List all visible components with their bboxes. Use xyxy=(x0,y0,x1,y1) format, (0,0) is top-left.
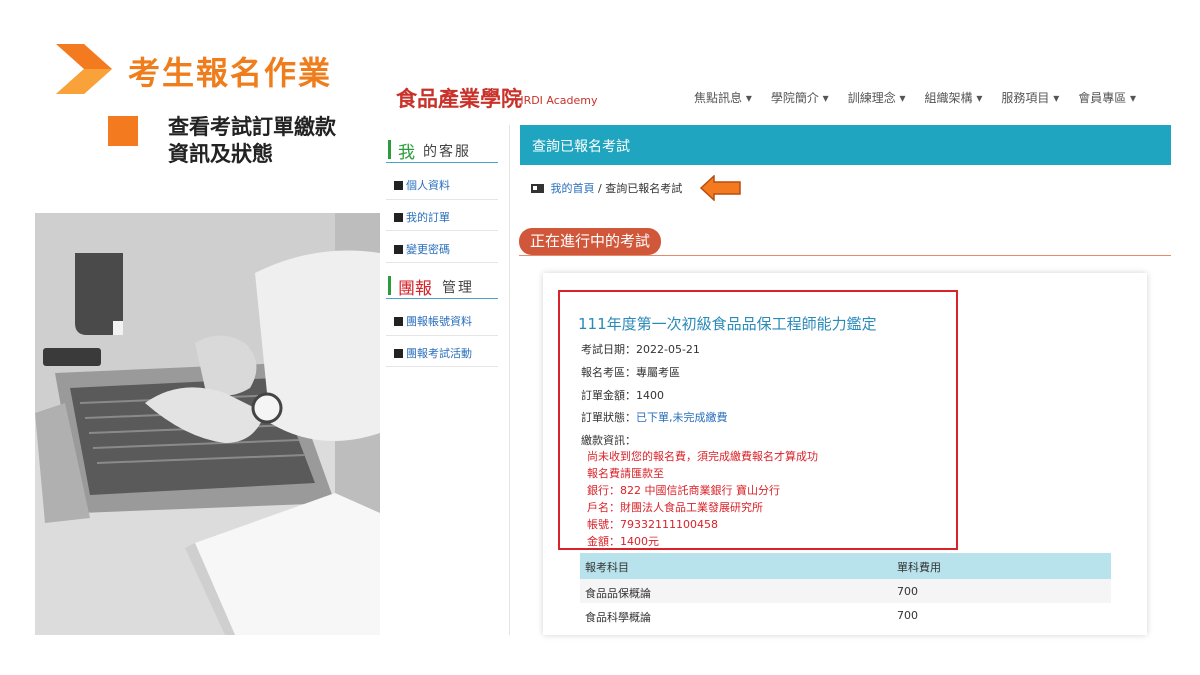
bullet-square xyxy=(108,116,138,146)
sidebar-section-big: 團報 xyxy=(398,279,432,299)
square-bullet-icon xyxy=(394,349,403,358)
table-row: 食品科學概論 700 xyxy=(585,609,918,624)
sidebar-item-group-account[interactable]: 團報帳號資料 xyxy=(394,313,472,329)
payment-bank: 銀行：822 中國信託商業銀行 寶山分行 xyxy=(587,484,780,497)
column-header-fee: 單科費用 xyxy=(897,561,941,574)
chevron-arrow-icon xyxy=(56,44,112,94)
breadcrumb-current: 查詢已報名考試 xyxy=(605,182,683,195)
subtitle-line-2: 資訊及狀態 xyxy=(168,142,273,166)
column-header-subject: 報考科目 xyxy=(585,561,629,574)
payment-info-label: 繳款資訊： xyxy=(581,434,636,447)
table-header: 報考科目 單科費用 xyxy=(580,553,1111,579)
laptop-photo xyxy=(35,213,380,635)
nav-training-philosophy[interactable]: 訓練理念 ▾ xyxy=(848,89,906,106)
order-status-value: 已下單,未完成繳費 xyxy=(636,411,728,424)
id-card-icon xyxy=(531,184,544,193)
nav-organization[interactable]: 組織架構 ▾ xyxy=(925,89,983,106)
square-bullet-icon xyxy=(394,245,403,254)
payment-account-number: 帳號：79332111100458 xyxy=(587,518,718,531)
section-title-ongoing-exams: 正在進行中的考試 xyxy=(519,228,662,255)
payment-amount: 金額：1400元 xyxy=(587,535,659,548)
nav-focus-news[interactable]: 焦點訊息 ▾ xyxy=(694,89,752,106)
nav-services[interactable]: 服務項目 ▾ xyxy=(1001,89,1059,106)
sidebar-item-my-orders[interactable]: 我的訂單 xyxy=(394,209,450,225)
payment-account-name: 戶名：財團法人食品工業發展研究所 xyxy=(587,501,763,514)
sidebar-item-personal-info[interactable]: 個人資料 xyxy=(394,177,450,193)
top-navigation: 焦點訊息 ▾ 學院簡介 ▾ 訓練理念 ▾ 組織架構 ▾ 服務項目 ▾ 會員專區 … xyxy=(694,89,1136,106)
sidebar-section-label: 管理 xyxy=(442,280,474,296)
square-bullet-icon xyxy=(394,213,403,222)
site-logo-subtitle: FIRDI Academy xyxy=(514,94,598,107)
exam-title[interactable]: 111年度第一次初級食品品保工程師能力鑑定 xyxy=(578,313,877,334)
exam-area: 報名考區：專屬考區 xyxy=(581,366,680,379)
sidebar-item-group-exams[interactable]: 團報考試活動 xyxy=(394,345,472,361)
sidebar-section-group-management: 團報 管理 xyxy=(386,274,498,299)
payment-line: 報名費請匯款至 xyxy=(587,467,664,480)
pointer-arrow-icon xyxy=(700,175,741,201)
breadcrumb: 我的首頁 / 查詢已報名考試 xyxy=(531,180,682,196)
sidebar-section-big: 我 xyxy=(398,143,415,163)
site-logo[interactable]: 食品產業學院 xyxy=(396,83,522,113)
slide-subtitle: 查看考試訂單繳款 資訊及狀態 xyxy=(168,114,368,168)
nav-member-area[interactable]: 會員專區 ▾ xyxy=(1078,89,1136,106)
breadcrumb-home-link[interactable]: 我的首頁 xyxy=(551,182,595,195)
sidebar-section-label: 的客服 xyxy=(423,144,471,160)
order-status: 訂單狀態：已下單,未完成繳費 xyxy=(581,411,728,424)
sidebar-section-customer-service: 我 的客服 xyxy=(386,138,498,163)
slide-title: 考生報名作業 xyxy=(128,54,333,92)
nav-academy-intro[interactable]: 學院簡介 ▾ xyxy=(771,89,829,106)
panel-header: 查詢已報名考試 xyxy=(520,125,1171,165)
payment-line: 尚未收到您的報名費，須完成繳費報名才算成功 xyxy=(587,450,818,463)
exam-date: 考試日期：2022-05-21 xyxy=(581,343,700,356)
sidebar-item-change-password[interactable]: 變更密碼 xyxy=(394,241,450,257)
square-bullet-icon xyxy=(394,181,403,190)
subtitle-line-1: 查看考試訂單繳款 xyxy=(168,115,336,139)
order-amount: 訂單金額：1400 xyxy=(581,389,664,402)
square-bullet-icon xyxy=(394,317,403,326)
table-row: 食品品保概論 700 xyxy=(580,579,1111,603)
